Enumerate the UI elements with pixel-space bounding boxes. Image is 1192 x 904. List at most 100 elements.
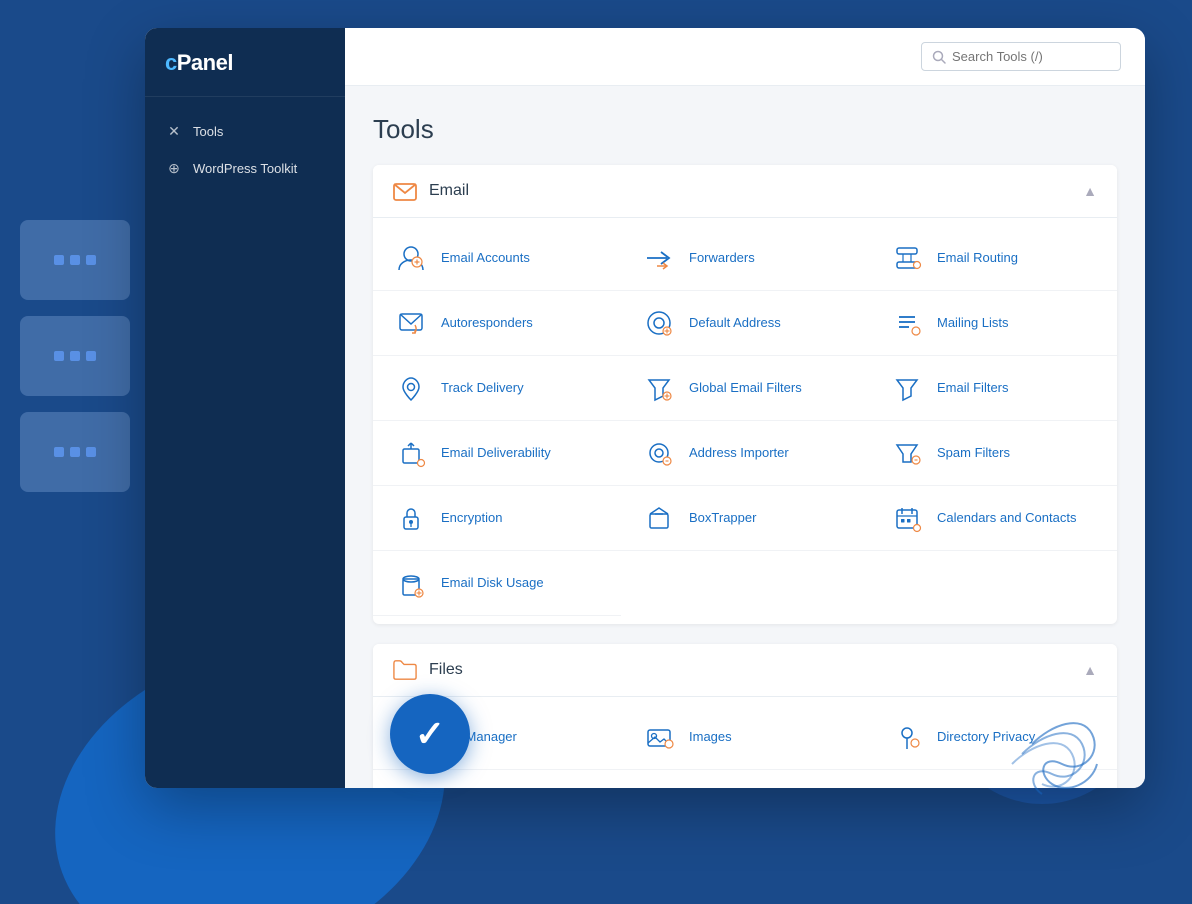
tool-directory-privacy-label: Directory Privacy (937, 729, 1035, 746)
check-overlay: ✓ (390, 694, 470, 774)
email-accounts-icon (393, 240, 429, 276)
mailing-lists-icon (889, 305, 925, 341)
tool-email-routing-label: Email Routing (937, 250, 1018, 267)
boxtrapper-icon (641, 500, 677, 536)
tools-icon: ✕ (165, 123, 183, 140)
tool-email-disk-usage-label: Email Disk Usage (441, 575, 544, 592)
email-disk-usage-icon (393, 565, 429, 601)
email-tools-grid: Email Accounts Forwarders (373, 218, 1117, 624)
tool-autoresponders[interactable]: Autoresponders (373, 291, 621, 356)
tool-forwarders-label: Forwarders (689, 250, 755, 267)
email-section-header: Email ▲ (373, 165, 1117, 218)
default-address-icon (641, 305, 677, 341)
tool-forwarders[interactable]: Forwarders (621, 226, 869, 291)
tool-encryption[interactable]: Encryption (373, 486, 621, 551)
search-icon (932, 50, 946, 64)
email-filters-icon (889, 370, 925, 406)
directory-privacy-icon (889, 719, 925, 755)
tool-web-disk[interactable]: Web Disk (621, 770, 869, 788)
files-section-title: Files (429, 661, 463, 679)
tool-email-accounts[interactable]: Email Accounts (373, 226, 621, 291)
tool-calendars-contacts[interactable]: Calendars and Contacts (869, 486, 1117, 551)
tool-address-importer-label: Address Importer (689, 445, 789, 462)
forwarders-icon (641, 240, 677, 276)
tool-images[interactable]: Images (621, 705, 869, 770)
tool-email-accounts-label: Email Accounts (441, 250, 530, 267)
logo-text: cPanel (165, 50, 233, 76)
mini-card-2 (20, 316, 130, 396)
email-section: Email ▲ (373, 165, 1117, 624)
tool-boxtrapper[interactable]: BoxTrapper (621, 486, 869, 551)
email-section-header-left: Email (393, 179, 469, 203)
tool-ftp-accounts[interactable]: FTP FTP Accounts (869, 770, 1117, 788)
files-collapse-btn[interactable]: ▲ (1083, 662, 1097, 678)
mini-card-1 (20, 220, 130, 300)
logo-panel: Panel (177, 50, 233, 75)
tool-mailing-lists-label: Mailing Lists (937, 315, 1009, 332)
tool-email-routing[interactable]: Email Routing (869, 226, 1117, 291)
tool-calendars-contacts-label: Calendars and Contacts (937, 510, 1076, 527)
address-importer-icon (641, 435, 677, 471)
tool-default-address[interactable]: Default Address (621, 291, 869, 356)
mini-cards-decoration (20, 220, 130, 492)
spam-filters-icon (889, 435, 925, 471)
ftp-accounts-icon: FTP (889, 784, 925, 788)
wordpress-icon: ⊕ (165, 160, 183, 177)
sidebar-item-wordpress[interactable]: ⊕ WordPress Toolkit (145, 150, 345, 187)
check-mark: ✓ (415, 713, 445, 755)
tool-address-importer[interactable]: Address Importer (621, 421, 869, 486)
tool-spam-filters-label: Spam Filters (937, 445, 1010, 462)
sidebar-item-tools-label: Tools (193, 124, 223, 139)
email-section-icon (393, 179, 417, 203)
tool-spam-filters[interactable]: Spam Filters (869, 421, 1117, 486)
web-disk-icon (641, 784, 677, 788)
files-section-header: Files ▲ (373, 644, 1117, 697)
encryption-icon (393, 500, 429, 536)
sidebar-nav: ✕ Tools ⊕ WordPress Toolkit (145, 97, 345, 203)
email-section-title: Email (429, 182, 469, 200)
tool-email-filters[interactable]: Email Filters (869, 356, 1117, 421)
tool-track-delivery-label: Track Delivery (441, 380, 524, 397)
email-collapse-btn[interactable]: ▲ (1083, 183, 1097, 199)
email-routing-icon (889, 240, 925, 276)
main-content: Tools Email ▲ (345, 28, 1145, 788)
page-title: Tools (373, 114, 1117, 145)
logo-c: c (165, 50, 177, 75)
tool-images-label: Images (689, 729, 732, 746)
tool-email-deliverability[interactable]: Email Deliverability (373, 421, 621, 486)
sidebar-item-wordpress-label: WordPress Toolkit (193, 161, 297, 176)
sidebar-logo: cPanel (145, 28, 345, 97)
files-section-icon (393, 658, 417, 682)
tool-email-filters-label: Email Filters (937, 380, 1009, 397)
tool-autoresponders-label: Autoresponders (441, 315, 533, 332)
calendars-contacts-icon (889, 500, 925, 536)
cpanel-logo: cPanel (165, 50, 325, 76)
track-delivery-icon (393, 370, 429, 406)
files-tools-grid: File Manager Images (373, 697, 1117, 788)
tool-mailing-lists[interactable]: Mailing Lists (869, 291, 1117, 356)
search-box[interactable] (921, 42, 1121, 71)
autoresponders-icon (393, 305, 429, 341)
tool-disk-usage[interactable]: Disk Usage (373, 770, 621, 788)
main-window: cPanel ✕ Tools ⊕ WordPress Toolkit (145, 28, 1145, 788)
content-area: Tools Email ▲ (345, 86, 1145, 788)
images-icon (641, 719, 677, 755)
mini-card-3 (20, 412, 130, 492)
tool-encryption-label: Encryption (441, 510, 502, 527)
tool-default-address-label: Default Address (689, 315, 781, 332)
tool-email-disk-usage[interactable]: Email Disk Usage (373, 551, 621, 616)
tool-global-email-filters-label: Global Email Filters (689, 380, 802, 397)
tool-boxtrapper-label: BoxTrapper (689, 510, 756, 527)
sidebar: cPanel ✕ Tools ⊕ WordPress Toolkit (145, 28, 345, 788)
tool-global-email-filters[interactable]: Global Email Filters (621, 356, 869, 421)
tool-directory-privacy[interactable]: Directory Privacy (869, 705, 1117, 770)
email-deliverability-icon (393, 435, 429, 471)
sidebar-item-tools[interactable]: ✕ Tools (145, 113, 345, 150)
tool-email-deliverability-label: Email Deliverability (441, 445, 551, 462)
tool-track-delivery[interactable]: Track Delivery (373, 356, 621, 421)
top-bar (345, 28, 1145, 86)
files-section-header-left: Files (393, 658, 463, 682)
global-email-filters-icon (641, 370, 677, 406)
search-input[interactable] (952, 49, 1102, 64)
disk-usage-icon (393, 784, 429, 788)
